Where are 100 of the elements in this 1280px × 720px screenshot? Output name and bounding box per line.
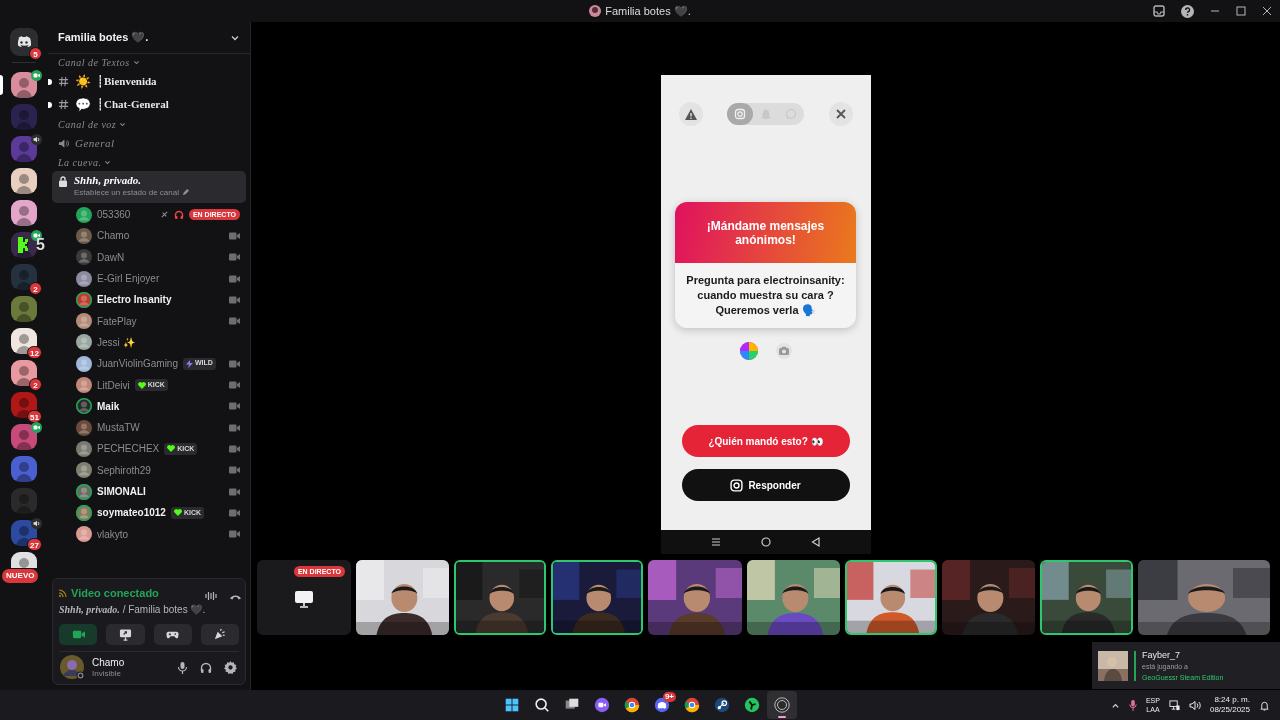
microphone-icon[interactable] <box>177 661 188 674</box>
soundboard-icon <box>213 627 227 641</box>
network-icon[interactable] <box>1168 699 1180 711</box>
server-icon[interactable] <box>11 552 37 568</box>
chevron-down-icon[interactable] <box>104 158 112 166</box>
close-icon[interactable] <box>1262 6 1272 16</box>
window-title: Familia botes 🖤. <box>605 3 691 19</box>
avatar-icon[interactable] <box>59 654 86 682</box>
member-name: LitDeivi <box>97 378 130 393</box>
member-name: MustaTW <box>97 421 140 436</box>
reply-button[interactable]: Responder <box>681 469 850 501</box>
browser-icon <box>683 696 701 714</box>
maximize-icon[interactable] <box>1236 6 1246 16</box>
voice-member[interactable]: Chamo <box>52 225 246 247</box>
voice-member[interactable]: MustaTW <box>52 416 246 439</box>
member-name: 053360 <box>97 208 131 223</box>
channel-status-field[interactable]: Establece un estado de canal <box>74 187 179 198</box>
voice-member[interactable]: SIMONALI <box>52 480 246 503</box>
voice-location: Shhh, privado. / Familia botes 🖤. <box>59 602 206 617</box>
clock-date: 08/25/2025 <box>1209 705 1250 715</box>
help-icon[interactable] <box>1181 4 1194 18</box>
who-sent-button[interactable]: ¿Quién mandó esto? 👀 <box>681 425 850 457</box>
pencil-icon[interactable] <box>181 189 189 196</box>
signal-icon <box>59 589 67 598</box>
clock[interactable]: 8:24 p. m. 08/25/2025 <box>1209 695 1250 715</box>
chevron-down-icon[interactable] <box>132 58 140 66</box>
start-icon <box>503 696 521 714</box>
lightning-icon <box>186 359 193 368</box>
discord-home-icon[interactable] <box>10 28 38 56</box>
voice-member[interactable]: Sephiroth29 <box>52 459 246 481</box>
server-name: Familia botes 🖤. <box>58 30 149 46</box>
channel-name: Shhh, privado. <box>74 174 142 187</box>
toast-title: Fayber_7 <box>1142 648 1182 661</box>
member-name: vlakyto <box>97 527 129 542</box>
heart-icon <box>137 381 146 389</box>
camera-button[interactable] <box>59 623 98 645</box>
headphones-icon[interactable] <box>200 661 212 674</box>
recorder-taskbar-button[interactable] <box>767 691 797 719</box>
channel-name: ┊Bienvenida <box>97 74 157 90</box>
color-wheel-icon[interactable] <box>739 342 758 360</box>
warning-icon <box>684 108 697 120</box>
unread-badge: 2 <box>29 378 42 391</box>
member-name: soymateo1012 <box>97 506 166 521</box>
recorder-icon <box>773 696 791 714</box>
voice-member[interactable]: Jessi ✨ <box>52 331 246 354</box>
server-icon[interactable] <box>11 168 37 194</box>
member-name: Electro Insanity <box>97 293 172 308</box>
server-icon[interactable] <box>11 328 37 354</box>
microphone-icon[interactable] <box>1128 699 1137 711</box>
back-icon[interactable] <box>810 537 821 547</box>
text-channel[interactable]: 💬 ┊Chat-General <box>52 93 246 116</box>
recent-apps-icon[interactable] <box>710 537 721 547</box>
report-button[interactable] <box>678 102 703 126</box>
card-title: ¡Mándame mensajes anónimos! <box>675 202 856 263</box>
settings-icon[interactable] <box>224 661 237 675</box>
server-icon[interactable] <box>11 200 37 226</box>
server-icon[interactable] <box>11 72 37 98</box>
voice-member[interactable]: Maik <box>52 395 246 417</box>
server-icon[interactable] <box>11 392 37 418</box>
voice-member[interactable]: FatePlay <box>52 310 246 332</box>
text-channel[interactable]: ☀ ┊Bienvenida <box>52 70 246 93</box>
channel-emoji: 💬 <box>75 97 91 112</box>
unread-badge: 12 <box>27 346 42 359</box>
video-chat-app-icon <box>593 696 611 714</box>
discord-app-taskbar-button[interactable]: 9+ <box>647 691 677 719</box>
user-status: Invisible <box>92 668 122 679</box>
voice-channel[interactable]: Shhh, privado. Establece un estado de canal <box>52 171 246 203</box>
instagram-icon <box>730 478 744 492</box>
chevron-down-icon[interactable] <box>119 120 127 128</box>
speaker-icon <box>58 137 69 149</box>
unread-badge: 27 <box>27 538 42 551</box>
volume-icon[interactable] <box>1188 699 1201 711</box>
hash-icon <box>58 99 69 110</box>
new-badge: NUEVO <box>2 569 39 583</box>
voice-status: Video conectado <box>71 586 159 601</box>
server-icon[interactable] <box>11 360 37 386</box>
close-button[interactable] <box>828 102 853 126</box>
monitor-icon <box>295 591 313 608</box>
voice-member[interactable]: vlakyto <box>52 523 246 545</box>
voice-member[interactable]: DawN <box>52 246 246 268</box>
notification-bell-icon[interactable] <box>1259 699 1270 711</box>
headset-icon <box>173 209 184 220</box>
server-icon[interactable] <box>11 424 37 450</box>
screen-share-button[interactable] <box>106 623 145 645</box>
channel-emoji: ☀ <box>75 74 91 89</box>
voice-member[interactable]: E-Girl Enjoyer <box>52 267 246 290</box>
unread-badge: 51 <box>27 410 42 423</box>
question-text: Pregunta para electroinsanity: cuando muestra su cara ? Queremos verla 🗣 <box>685 273 846 318</box>
soundboard-button[interactable] <box>200 623 239 645</box>
member-name: DawN <box>97 250 125 265</box>
user-name: Chamo <box>92 656 126 669</box>
inbox-icon[interactable] <box>1153 5 1165 17</box>
home-icon[interactable] <box>760 537 771 547</box>
unread-badge: 5 <box>29 47 42 60</box>
member-name: Jessi ✨ <box>97 335 135 350</box>
voice-channel[interactable]: General <box>52 132 246 154</box>
close-icon <box>835 109 846 119</box>
voice-member[interactable]: Electro Insanity <box>52 289 246 311</box>
gamepad-button[interactable] <box>153 623 192 645</box>
noise-suppression-icon[interactable] <box>205 591 218 601</box>
